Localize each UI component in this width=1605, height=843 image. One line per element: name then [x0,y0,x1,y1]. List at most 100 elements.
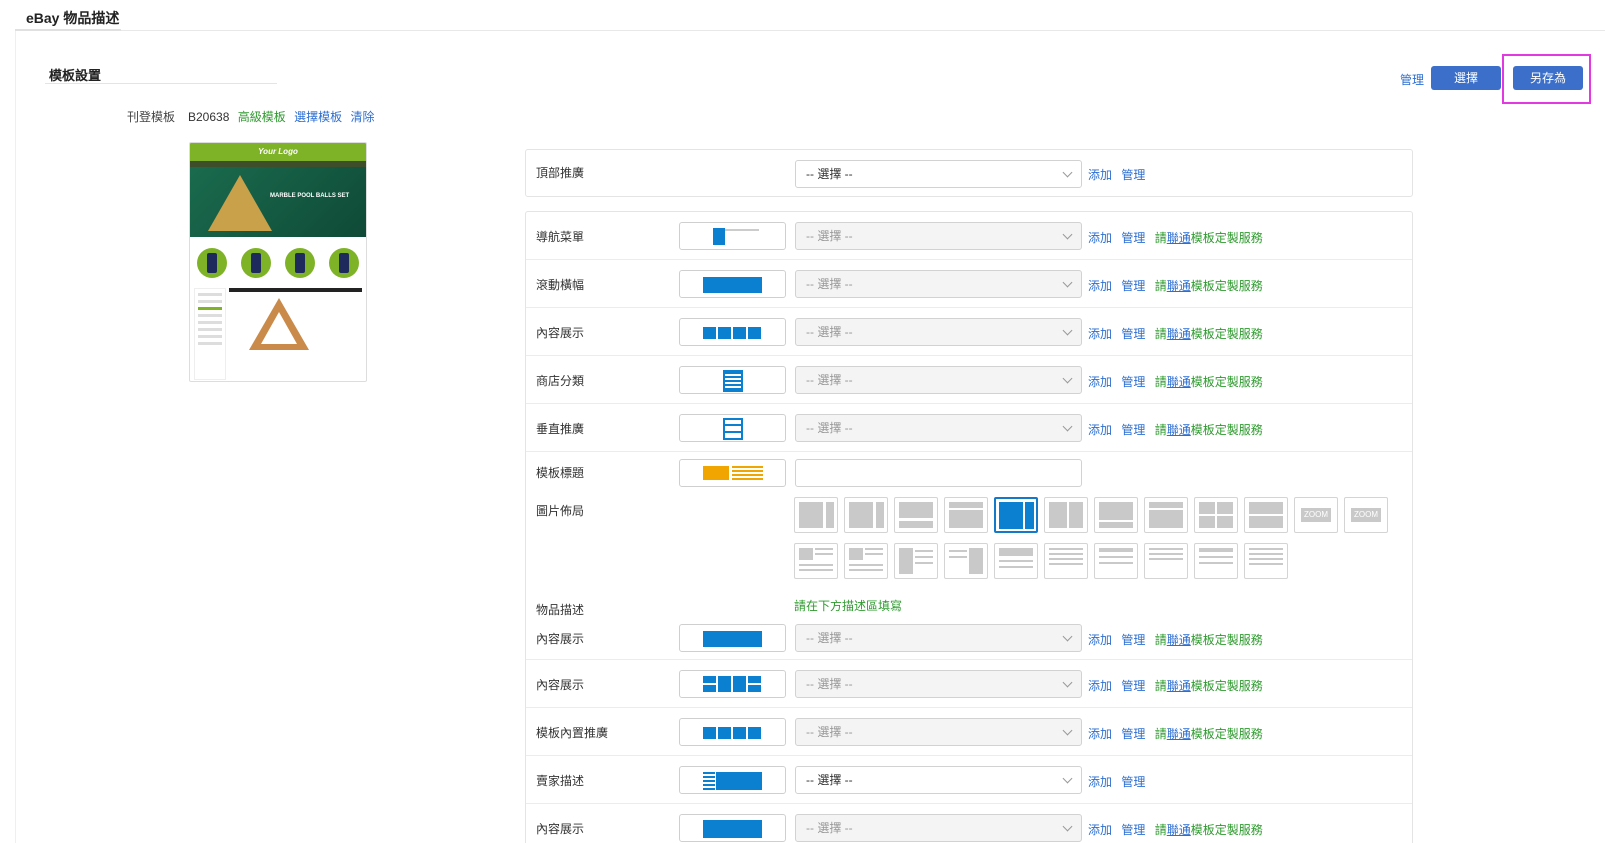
custom-service-link[interactable]: 請聯通模板定製服務 [1155,375,1263,389]
seller-desc-select[interactable]: -- 選擇 -- [795,766,1082,794]
row-label: 內容展示 [536,822,585,836]
page-header: eBay 物品描述 [15,0,1605,31]
custom-service-link[interactable]: 請聯通模板定製服務 [1155,279,1263,293]
manage-link[interactable]: 管理 [1121,679,1145,693]
custom-service-link[interactable]: 請聯通模板定製服務 [1155,633,1263,647]
content-select[interactable]: -- 選擇 -- [795,624,1082,652]
add-link[interactable]: 添加 [1088,231,1112,245]
layout-option[interactable] [1194,497,1238,533]
section-title: 模板設置 [49,68,102,83]
layout-option[interactable] [1144,543,1188,579]
custom-service-link[interactable]: 請聯通模板定製服務 [1155,327,1263,341]
image-layout-label: 圖片佈局 [536,504,585,518]
layout-option[interactable] [894,543,938,579]
custom-service-link[interactable]: 請聯通模板定製服務 [1155,823,1263,837]
save-as-button[interactable]: 另存為 [1513,66,1583,90]
layout-option[interactable] [1094,497,1138,533]
builtin-promo-select[interactable]: -- 選擇 -- [795,718,1082,746]
builtin-promo-thumbnail[interactable] [679,718,786,746]
add-link[interactable]: 添加 [1088,279,1112,293]
custom-service-link[interactable]: 請聯通模板定製服務 [1155,231,1263,245]
content-thumbnail[interactable] [679,814,786,842]
layout-option[interactable] [894,497,938,533]
row-label: 內容展示 [536,326,585,340]
layout-option[interactable] [1144,497,1188,533]
manage-link[interactable]: 管理 [1121,727,1145,741]
layout-option-zoom[interactable]: ZOOM [1294,497,1338,533]
layout-option[interactable] [944,497,988,533]
categories-select[interactable]: -- 選擇 -- [795,366,1082,394]
row-label: 商店分類 [536,374,585,388]
layout-option[interactable] [1244,543,1288,579]
content-select[interactable]: -- 選擇 -- [795,814,1082,842]
left-divider [15,31,16,843]
layout-option[interactable] [794,497,838,533]
preview-category [197,248,227,278]
manage-link[interactable]: 管理 [1121,823,1145,837]
manage-link[interactable]: 管理 [1121,279,1145,293]
nav-menu-select[interactable]: -- 選擇 -- [795,222,1082,250]
advanced-template-link[interactable]: 高級模板 [238,110,286,124]
nav-menu-thumbnail[interactable] [679,222,786,250]
manage-link[interactable]: 管理 [1121,327,1145,341]
layout-option[interactable] [1094,543,1138,579]
layout-option[interactable] [944,543,988,579]
categories-thumbnail[interactable] [679,366,786,394]
template-preview[interactable]: Your Logo MARBLE POOL BALLS SET [189,142,367,382]
add-link[interactable]: 添加 [1088,727,1112,741]
layout-option[interactable] [1194,543,1238,579]
choose-template-link[interactable]: 選擇模板 [294,110,342,124]
content-thumbnail[interactable] [679,624,786,652]
select-button[interactable]: 選擇 [1431,66,1501,90]
template-title-input[interactable] [795,459,1082,487]
layout-option-zoom[interactable]: ZOOM [1344,497,1388,533]
content-thumbnail[interactable] [679,670,786,698]
add-link[interactable]: 添加 [1088,327,1112,341]
top-promotion-select[interactable]: -- 選擇 -- [795,160,1082,188]
vertical-thumbnail[interactable] [679,414,786,442]
layout-option[interactable] [844,497,888,533]
row-links: 添加 管理 請聯通模板定製服務 [1088,277,1269,294]
manage-link[interactable]: 管理 [1121,375,1145,389]
row-label: 垂直推廣 [536,422,585,436]
layout-option[interactable] [794,543,838,579]
template-title-thumbnail[interactable] [679,459,786,487]
manage-link[interactable]: 管理 [1121,231,1145,245]
layout-option[interactable] [844,543,888,579]
manage-link[interactable]: 管理 [1121,633,1145,647]
content-select[interactable]: -- 選擇 -- [795,670,1082,698]
module-row-content-3: 內容展示 -- 選擇 -- 添加 管理 請聯通模板定製服務 [526,660,1412,708]
banner-select[interactable]: -- 選擇 -- [795,270,1082,298]
custom-service-link[interactable]: 請聯通模板定製服務 [1155,679,1263,693]
manage-link[interactable]: 管理 [1400,71,1424,88]
vertical-select[interactable]: -- 選擇 -- [795,414,1082,442]
manage-link[interactable]: 管理 [1121,168,1145,182]
banner-thumbnail[interactable] [679,270,786,298]
module-row-nav: 導航菜單 -- 選擇 -- 添加 管理 請聯通模板定製服務 [526,212,1412,260]
add-link[interactable]: 添加 [1088,633,1112,647]
add-link[interactable]: 添加 [1088,423,1112,437]
module-row-content-2: 內容展示 -- 選擇 -- 添加 管理 請聯通模板定製服務 [526,612,1412,660]
clear-template-link[interactable]: 清除 [350,110,374,124]
layout-option[interactable] [994,543,1038,579]
content-thumbnail[interactable] [679,318,786,346]
custom-service-link[interactable]: 請聯通模板定製服務 [1155,727,1263,741]
add-link[interactable]: 添加 [1088,679,1112,693]
preview-balls-image [208,175,272,231]
content-select[interactable]: -- 選擇 -- [795,318,1082,346]
manage-link[interactable]: 管理 [1121,775,1145,789]
module-row-vertical: 垂直推廣 -- 選擇 -- 添加 管理 請聯通模板定製服務 [526,404,1412,452]
row-links: 添加 管理 請聯通模板定製服務 [1088,373,1269,390]
layout-option[interactable] [1044,497,1088,533]
layout-option[interactable] [1044,543,1088,579]
manage-link[interactable]: 管理 [1121,423,1145,437]
add-link[interactable]: 添加 [1088,775,1112,789]
add-link[interactable]: 添加 [1088,168,1112,182]
custom-service-link[interactable]: 請聯通模板定製服務 [1155,423,1263,437]
row-label: 內容展示 [536,678,585,692]
layout-option-selected[interactable] [994,497,1038,533]
add-link[interactable]: 添加 [1088,375,1112,389]
seller-desc-thumbnail[interactable] [679,766,786,794]
layout-option[interactable] [1244,497,1288,533]
add-link[interactable]: 添加 [1088,823,1112,837]
